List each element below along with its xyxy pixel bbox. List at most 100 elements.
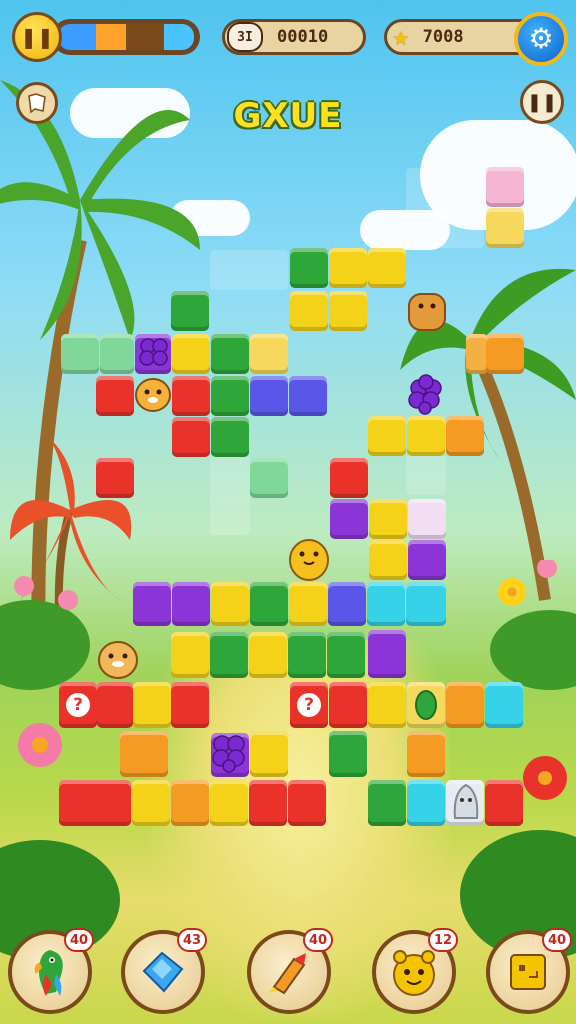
block[interactable] <box>290 291 328 331</box>
block[interactable] <box>96 458 134 498</box>
block[interactable] <box>407 416 445 456</box>
hamster-icon[interactable] <box>96 634 140 680</box>
block[interactable] <box>486 208 524 248</box>
powerup-gem-button[interactable]: 43 <box>121 928 207 1014</box>
block[interactable] <box>368 416 406 456</box>
block[interactable] <box>211 417 249 457</box>
hamster-icon[interactable] <box>406 288 448 334</box>
purple-grape-icon[interactable] <box>405 372 447 416</box>
block[interactable] <box>100 334 134 374</box>
block[interactable] <box>369 540 407 580</box>
block[interactable] <box>250 731 288 777</box>
progress-segment <box>126 24 165 50</box>
block[interactable] <box>407 731 445 777</box>
yellow-box-icon <box>510 954 546 990</box>
block[interactable] <box>368 780 406 826</box>
level-badge: 3I <box>227 22 263 52</box>
block[interactable] <box>466 334 488 374</box>
block[interactable] <box>369 499 407 539</box>
block[interactable] <box>250 376 288 416</box>
block[interactable] <box>171 682 209 728</box>
block[interactable] <box>250 582 288 626</box>
block[interactable] <box>172 417 210 457</box>
powerup-box-button[interactable]: 40 <box>486 928 572 1014</box>
block[interactable] <box>328 582 366 626</box>
block[interactable] <box>407 780 445 826</box>
block[interactable] <box>330 458 368 498</box>
yellow-flower-icon <box>498 578 526 606</box>
block[interactable] <box>288 632 326 678</box>
block[interactable] <box>210 780 248 826</box>
block[interactable] <box>250 334 288 374</box>
mystery-block[interactable]: ? <box>290 682 328 728</box>
block[interactable] <box>211 582 249 626</box>
mystery-block[interactable]: ? <box>59 682 97 728</box>
block[interactable] <box>132 780 170 826</box>
block[interactable] <box>408 540 446 580</box>
block[interactable] <box>368 682 406 728</box>
coin-count: 7008 <box>422 27 464 47</box>
hamster-icon[interactable] <box>133 373 173 413</box>
pause-button[interactable]: ❚❚ <box>12 12 62 62</box>
parrot-icon <box>34 950 63 996</box>
block[interactable] <box>367 582 405 626</box>
block[interactable] <box>171 780 209 826</box>
block[interactable] <box>485 682 523 728</box>
powerup-rocket-button[interactable]: 40 <box>247 928 333 1014</box>
block[interactable] <box>290 248 328 288</box>
block[interactable] <box>249 632 287 678</box>
blue-gem-icon <box>142 951 184 993</box>
block[interactable] <box>327 632 365 678</box>
block[interactable] <box>485 780 523 826</box>
question-icon: ? <box>297 693 321 717</box>
top-hud: ❚❚ 3I 00010 ★ 7008 ⚙ <box>0 0 576 80</box>
block[interactable] <box>289 582 327 626</box>
block[interactable] <box>171 632 209 678</box>
block[interactable] <box>446 416 484 456</box>
block[interactable] <box>59 780 131 826</box>
block[interactable] <box>446 682 484 728</box>
block[interactable] <box>407 682 445 728</box>
block[interactable] <box>210 632 248 678</box>
pink-flower-icon <box>537 560 557 578</box>
powerup-count: 43 <box>177 928 207 952</box>
block[interactable] <box>486 167 524 207</box>
block[interactable] <box>330 499 368 539</box>
block[interactable] <box>133 682 171 728</box>
block[interactable] <box>368 630 406 678</box>
block[interactable] <box>61 334 99 374</box>
hamster-face-icon <box>393 950 435 996</box>
block[interactable] <box>172 334 210 374</box>
block[interactable] <box>171 291 209 331</box>
block[interactable] <box>250 458 288 498</box>
block[interactable] <box>406 582 446 626</box>
block[interactable] <box>133 582 171 626</box>
block[interactable] <box>486 334 524 374</box>
progress-segment <box>58 24 97 50</box>
rocket-icon <box>268 953 306 995</box>
settings-button[interactable]: ⚙ <box>514 12 568 66</box>
block[interactable] <box>329 248 367 288</box>
block[interactable] <box>408 499 446 539</box>
powerup-count: 40 <box>64 928 94 952</box>
block[interactable] <box>368 248 406 288</box>
powerup-hamster-button[interactable]: 12 <box>372 928 458 1014</box>
powerup-count: 12 <box>428 928 458 952</box>
block[interactable] <box>97 682 133 728</box>
block[interactable] <box>289 376 327 416</box>
block[interactable] <box>329 731 367 777</box>
block[interactable] <box>329 682 367 728</box>
block[interactable] <box>211 334 249 374</box>
stone-creature-icon[interactable] <box>449 782 483 824</box>
block[interactable] <box>96 376 134 416</box>
block[interactable] <box>172 376 210 416</box>
level-progress-bar <box>52 19 200 55</box>
hamster-icon[interactable] <box>287 532 331 582</box>
block[interactable] <box>172 582 210 626</box>
block[interactable] <box>211 376 249 416</box>
block[interactable] <box>329 291 367 331</box>
block[interactable] <box>249 780 287 826</box>
block[interactable] <box>120 731 168 777</box>
block[interactable] <box>288 780 326 826</box>
powerup-parrot-button[interactable]: 40 <box>8 928 94 1014</box>
